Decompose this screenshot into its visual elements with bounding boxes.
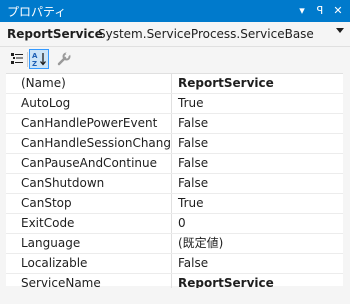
property-name: Localizable [6,254,172,273]
property-row-canhandlesessionchangeevent[interactable]: CanHandleSessionChangeEvent False [6,134,343,154]
svg-text:Z: Z [32,60,37,67]
categorized-icon [11,53,23,64]
window-title: プロパティ [7,5,67,19]
property-name: CanHandleSessionChangeEvent [6,134,172,153]
property-row-name[interactable]: (Name) ReportService [6,74,343,94]
wrench-icon [57,52,71,66]
property-row-canstop[interactable]: CanStop True [6,194,343,214]
description-area [0,288,350,304]
property-name: CanPauseAndContinue [6,154,172,173]
properties-title-bar: プロパティ ▾ ꟼ ✕ [0,0,350,22]
property-row-language[interactable]: Language (既定値) [6,234,343,254]
property-pages-button[interactable] [54,49,74,69]
property-name: ExitCode [6,214,172,233]
categorized-button[interactable] [7,49,27,69]
svg-text:A: A [32,52,38,60]
close-icon[interactable]: ✕ [330,2,346,19]
pin-icon[interactable]: ꟼ [312,2,328,19]
property-grid: (Name) ReportService AutoLog True CanHan… [6,73,343,294]
chevron-down-icon[interactable] [336,28,344,33]
object-type: System.ServiceProcess.ServiceBase [98,27,314,41]
property-value[interactable]: False [173,134,343,153]
property-toolbar: A Z [0,47,350,72]
toolbar-separator [27,52,28,67]
title-bar-buttons: ▾ ꟼ ✕ [294,2,346,19]
property-name: (Name) [6,74,172,93]
property-value[interactable]: False [173,254,343,273]
property-name: AutoLog [6,94,172,113]
property-value[interactable]: ReportService [173,74,343,93]
property-row-localizable[interactable]: Localizable False [6,254,343,274]
property-row-autolog[interactable]: AutoLog True [6,94,343,114]
property-row-canshutdown[interactable]: CanShutdown False [6,174,343,194]
property-value[interactable]: 0 [173,214,343,233]
property-value[interactable]: False [173,114,343,133]
property-name: CanHandlePowerEvent [6,114,172,133]
property-value[interactable]: (既定値) [173,234,343,253]
property-row-canpauseandcontinue[interactable]: CanPauseAndContinue False [6,154,343,174]
alphabetical-button[interactable]: A Z [29,49,49,69]
window-position-dropdown-icon[interactable]: ▾ [294,2,310,19]
object-selector[interactable]: ReportService System.ServiceProcess.Serv… [0,22,350,47]
object-name: ReportService [7,27,103,41]
property-name: CanStop [6,194,172,213]
property-value[interactable]: False [173,154,343,173]
property-name: CanShutdown [6,174,172,193]
property-value[interactable]: True [173,194,343,213]
property-value[interactable]: True [173,94,343,113]
property-name: Language [6,234,172,253]
property-value[interactable]: False [173,174,343,193]
property-row-canhandlepowerevent[interactable]: CanHandlePowerEvent False [6,114,343,134]
alphabetical-icon: A Z [32,52,46,67]
property-row-exitcode[interactable]: ExitCode 0 [6,214,343,234]
